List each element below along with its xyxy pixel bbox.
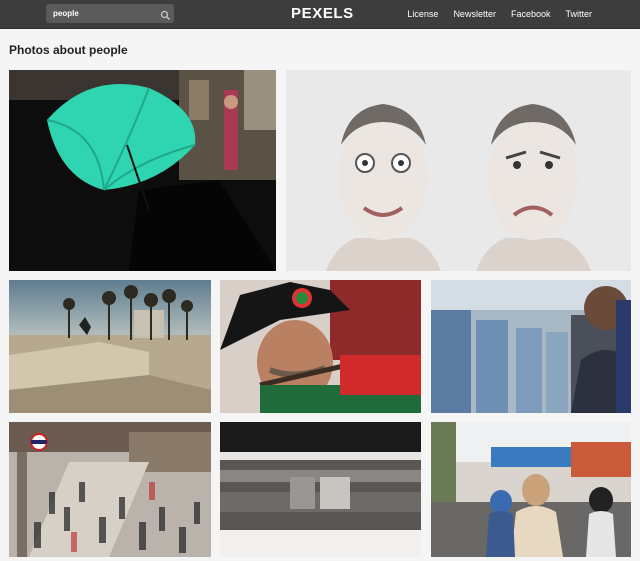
photo-station-crowd[interactable] (9, 422, 211, 557)
nav-license-link[interactable]: License (407, 8, 438, 20)
photo-airplane-cabin[interactable] (431, 280, 631, 413)
pexels-logo[interactable]: PEXELS (291, 5, 354, 23)
search-box[interactable] (46, 4, 174, 23)
search-icon[interactable] (160, 8, 171, 20)
main-nav: License Newsletter Facebook Twitter (407, 8, 592, 20)
photo-umbrella[interactable] (9, 70, 276, 271)
photo-skatepark[interactable] (9, 280, 211, 413)
top-navigation-bar: PEXELS License Newsletter Facebook Twitt… (0, 0, 640, 29)
search-input[interactable] (46, 4, 156, 23)
photo-two-faces[interactable] (286, 70, 631, 271)
page-title: Photos about people (9, 43, 128, 57)
nav-newsletter-link[interactable]: Newsletter (453, 8, 496, 20)
nav-facebook-link[interactable]: Facebook (511, 8, 551, 20)
photo-street[interactable] (431, 422, 631, 557)
photo-train-blur[interactable] (220, 422, 421, 557)
nav-twitter-link[interactable]: Twitter (565, 8, 592, 20)
photo-drummer[interactable] (220, 280, 421, 413)
